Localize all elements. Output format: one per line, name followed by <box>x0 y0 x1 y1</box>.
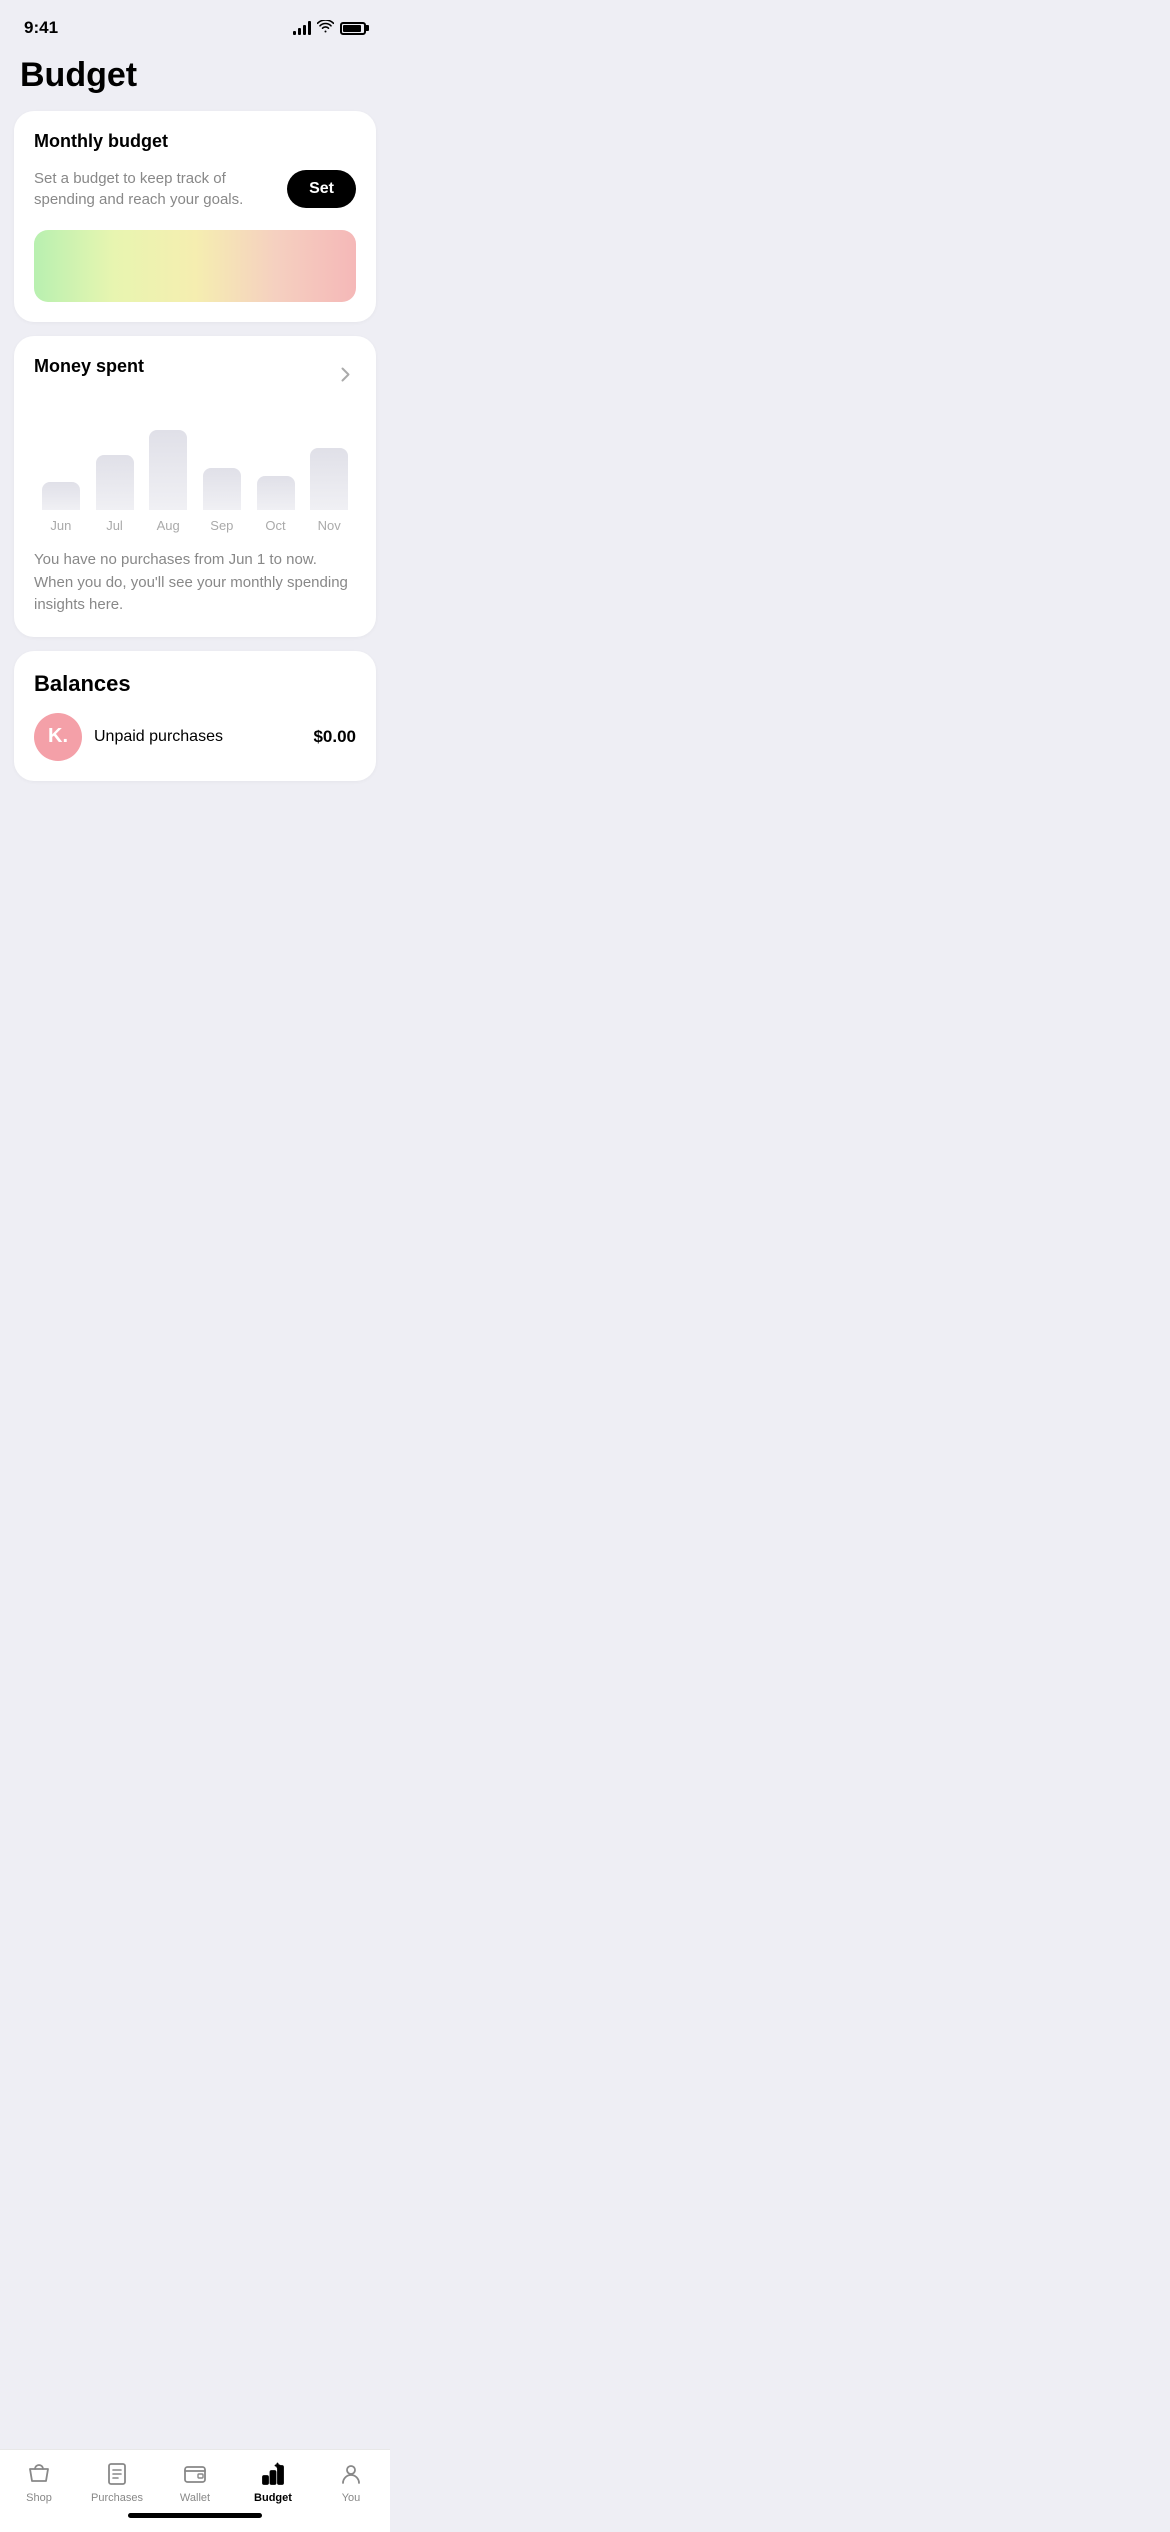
budget-description: Set a budget to keep track of spending a… <box>34 168 287 210</box>
nav-budget[interactable]: Budget <box>243 2460 303 2504</box>
nav-shop-label: Shop <box>26 2492 52 2504</box>
monthly-budget-title: Monthly budget <box>34 131 356 152</box>
balance-left: K. Unpaid purchases <box>34 713 223 761</box>
wifi-icon <box>317 20 334 36</box>
nav-you[interactable]: You <box>321 2460 381 2504</box>
battery-icon <box>340 22 366 35</box>
bar-jun-bar <box>42 482 80 510</box>
spending-chart: Jun Jul Aug Sep Oct Nov <box>34 413 356 533</box>
balance-label: Unpaid purchases <box>94 728 223 746</box>
nav-purchases-label: Purchases <box>91 2492 143 2504</box>
you-icon <box>337 2460 365 2488</box>
nav-budget-label: Budget <box>254 2492 292 2504</box>
status-icons <box>293 20 366 36</box>
budget-row: Set a budget to keep track of spending a… <box>34 168 356 210</box>
home-indicator <box>128 2513 262 2518</box>
signal-icon <box>293 21 311 35</box>
bar-aug-label: Aug <box>157 518 180 533</box>
monthly-budget-card: Monthly budget Set a budget to keep trac… <box>14 111 376 322</box>
bar-sep-bar <box>203 468 241 510</box>
nav-wallet-label: Wallet <box>180 2492 210 2504</box>
wallet-icon <box>181 2460 209 2488</box>
page-title: Budget <box>0 48 390 111</box>
bar-jul-label: Jul <box>106 518 123 533</box>
money-spent-chevron[interactable] <box>334 364 356 386</box>
set-budget-button[interactable]: Set <box>287 170 356 208</box>
bar-jul-bar <box>96 455 134 510</box>
balances-title: Balances <box>34 671 356 697</box>
purchases-icon <box>103 2460 131 2488</box>
balance-row: K. Unpaid purchases $0.00 <box>34 713 356 761</box>
budget-icon <box>259 2460 287 2488</box>
nav-purchases[interactable]: Purchases <box>87 2460 147 2504</box>
home-indicator-container <box>0 2513 390 2526</box>
status-time: 9:41 <box>24 18 58 38</box>
status-bar: 9:41 <box>0 0 390 48</box>
budget-gradient-bar <box>34 230 356 302</box>
bar-jul: Jul <box>88 455 142 533</box>
bar-nov: Nov <box>302 448 356 533</box>
nav-you-label: You <box>342 2492 361 2504</box>
nav-wallet[interactable]: Wallet <box>165 2460 225 2504</box>
balances-card: Balances K. Unpaid purchases $0.00 <box>14 651 376 781</box>
no-purchases-text: You have no purchases from Jun 1 to now.… <box>34 549 356 617</box>
nav-shop[interactable]: Shop <box>9 2460 69 2504</box>
bar-nov-bar <box>310 448 348 510</box>
bar-sep-label: Sep <box>210 518 233 533</box>
bar-jun: Jun <box>34 482 88 533</box>
klarna-avatar-text: K. <box>48 725 68 748</box>
bar-oct: Oct <box>249 476 303 533</box>
klarna-avatar: K. <box>34 713 82 761</box>
shop-icon <box>25 2460 53 2488</box>
balance-amount: $0.00 <box>313 727 356 747</box>
bar-oct-bar <box>257 476 295 510</box>
money-spent-header: Money spent <box>34 356 356 393</box>
bar-nov-label: Nov <box>318 518 341 533</box>
bar-sep: Sep <box>195 468 249 533</box>
bar-oct-label: Oct <box>265 518 285 533</box>
bar-aug: Aug <box>141 430 195 533</box>
money-spent-title: Money spent <box>34 356 144 377</box>
bar-aug-bar <box>149 430 187 510</box>
money-spent-card: Money spent Jun Jul Aug <box>14 336 376 637</box>
bar-jun-label: Jun <box>50 518 71 533</box>
